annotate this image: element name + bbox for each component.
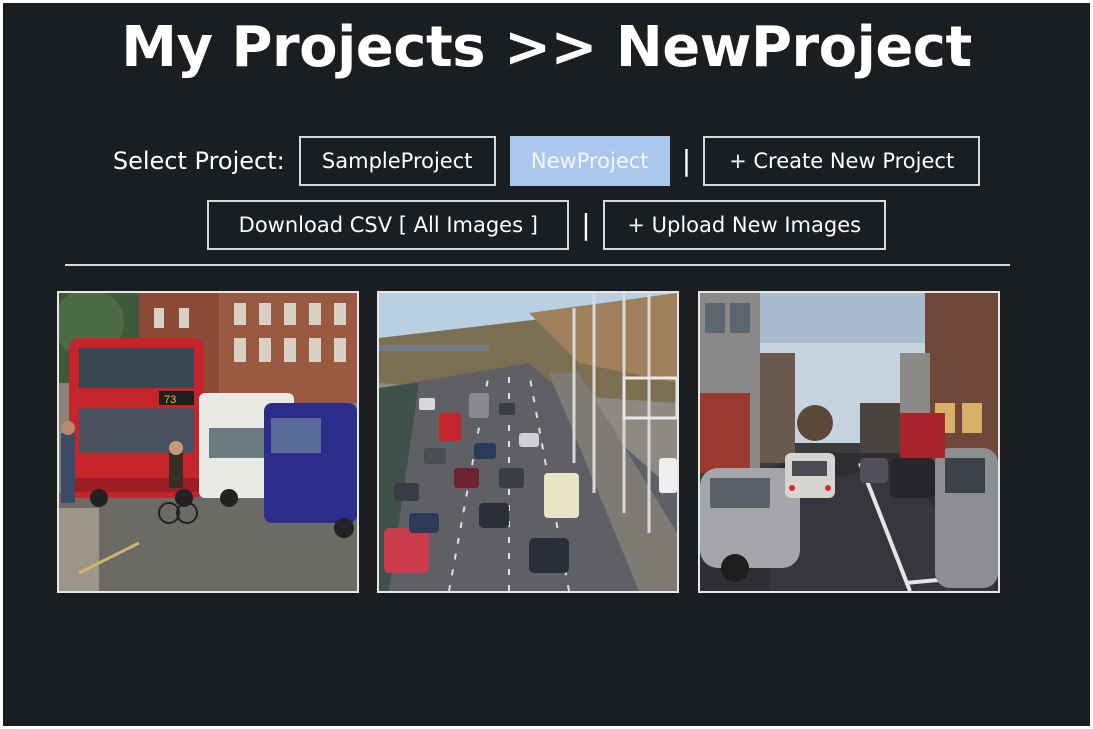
image-thumbnail-bus-street[interactable]: 73 xyxy=(57,291,359,593)
upload-new-images-button[interactable]: + Upload New Images xyxy=(602,200,886,250)
create-new-project-button[interactable]: + Create New Project xyxy=(703,136,981,186)
select-project-label: Select Project: xyxy=(112,147,285,175)
svg-text:73: 73 xyxy=(164,394,176,406)
separator: | xyxy=(581,208,591,241)
image-thumbnail-city-street[interactable] xyxy=(698,291,1000,593)
separator: | xyxy=(681,144,692,177)
city-street-image xyxy=(700,293,998,591)
divider xyxy=(65,264,1010,266)
project-button-newproject[interactable]: NewProject xyxy=(509,136,670,186)
download-csv-button[interactable]: Download CSV [ All Images ] xyxy=(207,200,570,250)
image-thumbnail-highway[interactable] xyxy=(377,291,679,593)
project-selector: Select Project: SampleProject NewProject… xyxy=(3,136,1090,186)
app-window: My Projects >> NewProject Select Project… xyxy=(3,3,1090,726)
bus-street-image: 73 xyxy=(59,293,357,591)
page-title: My Projects >> NewProject xyxy=(121,15,972,80)
project-button-sampleproject[interactable]: SampleProject xyxy=(298,136,496,186)
image-actions: Download CSV [ All Images ] | + Upload N… xyxy=(3,200,1090,250)
highway-image xyxy=(379,293,677,591)
